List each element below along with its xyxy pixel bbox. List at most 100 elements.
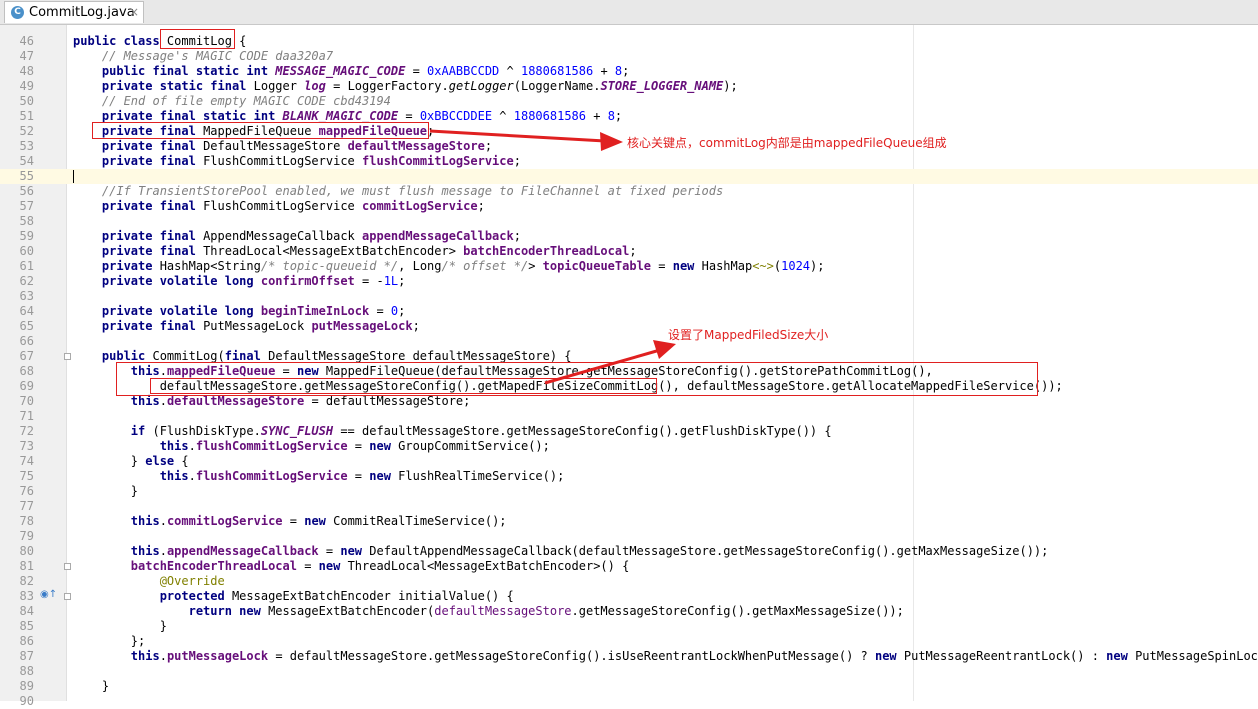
code-text: this.flushCommitLogService = new FlushRe… [159,469,565,483]
code-text: } [73,679,110,693]
code-line-50[interactable]: 50 // End of file empty MAGIC CODE cbd43… [0,94,1258,109]
code-line-47[interactable]: 47 // Message's MAGIC CODE daa320a7 [0,49,1258,64]
code-line-78[interactable]: 78 this.commitLogService = new CommitRea… [0,514,1258,529]
fold-marker-icon[interactable] [64,563,71,570]
code-line-59[interactable]: 59 private final AppendMessageCallback a… [0,229,1258,244]
line-number: 73 [19,439,34,453]
code-line-48[interactable]: 48 public final static int MESSAGE_MAGIC… [0,64,1258,79]
line-number: 50 [19,94,34,108]
code-text: private final AppendMessageCallback appe… [101,229,521,243]
code-line-77[interactable]: 77 [0,499,1258,514]
code-line-90[interactable]: 90 [0,694,1258,709]
code-line-63[interactable]: 63 [0,289,1258,304]
code-text: } else { [73,454,189,468]
line-number: 68 [19,364,34,378]
line-number: 61 [19,259,34,273]
code-line-55[interactable]: 55 [0,169,1258,184]
line-number: 67 [19,349,34,363]
highlight-box-class-name [160,29,235,49]
line-number: 54 [19,154,34,168]
code-line-65[interactable]: 65 private final PutMessageLock putMessa… [0,319,1258,334]
line-number: 52 [19,124,34,138]
code-text: private final DefaultMessageStore defaul… [101,139,493,153]
code-line-75[interactable]: 75 this.flushCommitLogService = new Flus… [0,469,1258,484]
editor-tab-bar: C CommitLog.java × [0,0,1258,25]
code-line-57[interactable]: 57 private final FlushCommitLogService c… [0,199,1258,214]
code-text: this.flushCommitLogService = new GroupCo… [159,439,550,453]
code-line-76[interactable]: 76 } [0,484,1258,499]
code-text: private final FlushCommitLogService comm… [101,199,485,213]
code-line-87[interactable]: 87 this.putMessageLock = defaultMessageS… [0,649,1258,664]
close-icon[interactable]: × [129,5,139,19]
line-number: 70 [19,394,34,408]
line-number: 55 [19,169,34,183]
code-line-71[interactable]: 71 [0,409,1258,424]
line-number: 78 [19,514,34,528]
code-line-54[interactable]: 54 private final FlushCommitLogService f… [0,154,1258,169]
fold-marker-icon[interactable] [64,353,71,360]
code-line-72[interactable]: 72 if (FlushDiskType.SYNC_FLUSH == defau… [0,424,1258,439]
line-number: 90 [19,694,34,708]
highlight-box-mappedfilequeue-field [92,122,429,139]
code-text: } [73,484,139,498]
line-number: 83 [19,589,34,603]
code-text: private final FlushCommitLogService flus… [101,154,521,168]
fold-marker-icon[interactable] [64,593,71,600]
code-line-85[interactable]: 85 } [0,619,1258,634]
line-number: 75 [19,469,34,483]
code-text: private HashMap<String/* topic-queueid *… [101,259,825,273]
line-number: 82 [19,574,34,588]
code-text: return new MessageExtBatchEncoder(defaul… [188,604,904,618]
code-text: // Message's MAGIC CODE daa320a7 [101,49,334,63]
line-number: 66 [19,334,34,348]
code-line-60[interactable]: 60 private final ThreadLocal<MessageExtB… [0,244,1258,259]
code-text: private static final Logger log = Logger… [101,79,738,93]
tab-commitlog-java[interactable]: C CommitLog.java × [4,1,144,23]
line-number: 85 [19,619,34,633]
code-text: // End of file empty MAGIC CODE cbd43194 [101,94,391,108]
code-text: this.defaultMessageStore = defaultMessag… [130,394,471,408]
line-number: 76 [19,484,34,498]
code-line-61[interactable]: 61 private HashMap<String/* topic-queuei… [0,259,1258,274]
override-gutter-icon[interactable]: ◉↑ [40,589,57,600]
line-number: 79 [19,529,34,543]
line-number: 63 [19,289,34,303]
highlight-box-mapedfilesize [150,378,657,394]
code-line-84[interactable]: 84 return new MessageExtBatchEncoder(def… [0,604,1258,619]
code-text: private volatile long beginTimeInLock = … [101,304,406,318]
line-number: 81 [19,559,34,573]
code-line-82[interactable]: 82 @Override [0,574,1258,589]
text-cursor [73,170,74,183]
line-number: 59 [19,229,34,243]
tab-label: CommitLog.java [29,5,135,20]
line-number: 86 [19,634,34,648]
code-line-81[interactable]: 81 batchEncoderThreadLocal = new ThreadL… [0,559,1258,574]
code-line-86[interactable]: 86 }; [0,634,1258,649]
code-line-56[interactable]: 56 //If TransientStorePool enabled, we m… [0,184,1258,199]
code-line-89[interactable]: 89 } [0,679,1258,694]
code-line-74[interactable]: 74 } else { [0,454,1258,469]
code-line-66[interactable]: 66 [0,334,1258,349]
line-number: 72 [19,424,34,438]
code-text: private volatile long confirmOffset = -1… [101,274,406,288]
code-line-62[interactable]: 62 private volatile long confirmOffset =… [0,274,1258,289]
code-line-79[interactable]: 79 [0,529,1258,544]
line-number: 47 [19,49,34,63]
code-line-49[interactable]: 49 private static final Logger log = Log… [0,79,1258,94]
code-line-70[interactable]: 70 this.defaultMessageStore = defaultMes… [0,394,1258,409]
line-number: 64 [19,304,34,318]
line-number: 84 [19,604,34,618]
code-line-64[interactable]: 64 private volatile long beginTimeInLock… [0,304,1258,319]
code-text: if (FlushDiskType.SYNC_FLUSH == defaultM… [130,424,832,438]
java-class-icon: C [11,6,24,19]
line-number: 46 [19,34,34,48]
line-number: 80 [19,544,34,558]
code-text: this.putMessageLock = defaultMessageStor… [130,649,1258,663]
code-text: } [73,619,167,633]
code-line-88[interactable]: 88 [0,664,1258,679]
code-line-73[interactable]: 73 this.flushCommitLogService = new Grou… [0,439,1258,454]
code-line-58[interactable]: 58 [0,214,1258,229]
code-line-80[interactable]: 80 this.appendMessageCallback = new Defa… [0,544,1258,559]
line-number: 60 [19,244,34,258]
code-line-83[interactable]: 83 ◉↑ protected MessageExtBatchEncoder in… [0,589,1258,604]
